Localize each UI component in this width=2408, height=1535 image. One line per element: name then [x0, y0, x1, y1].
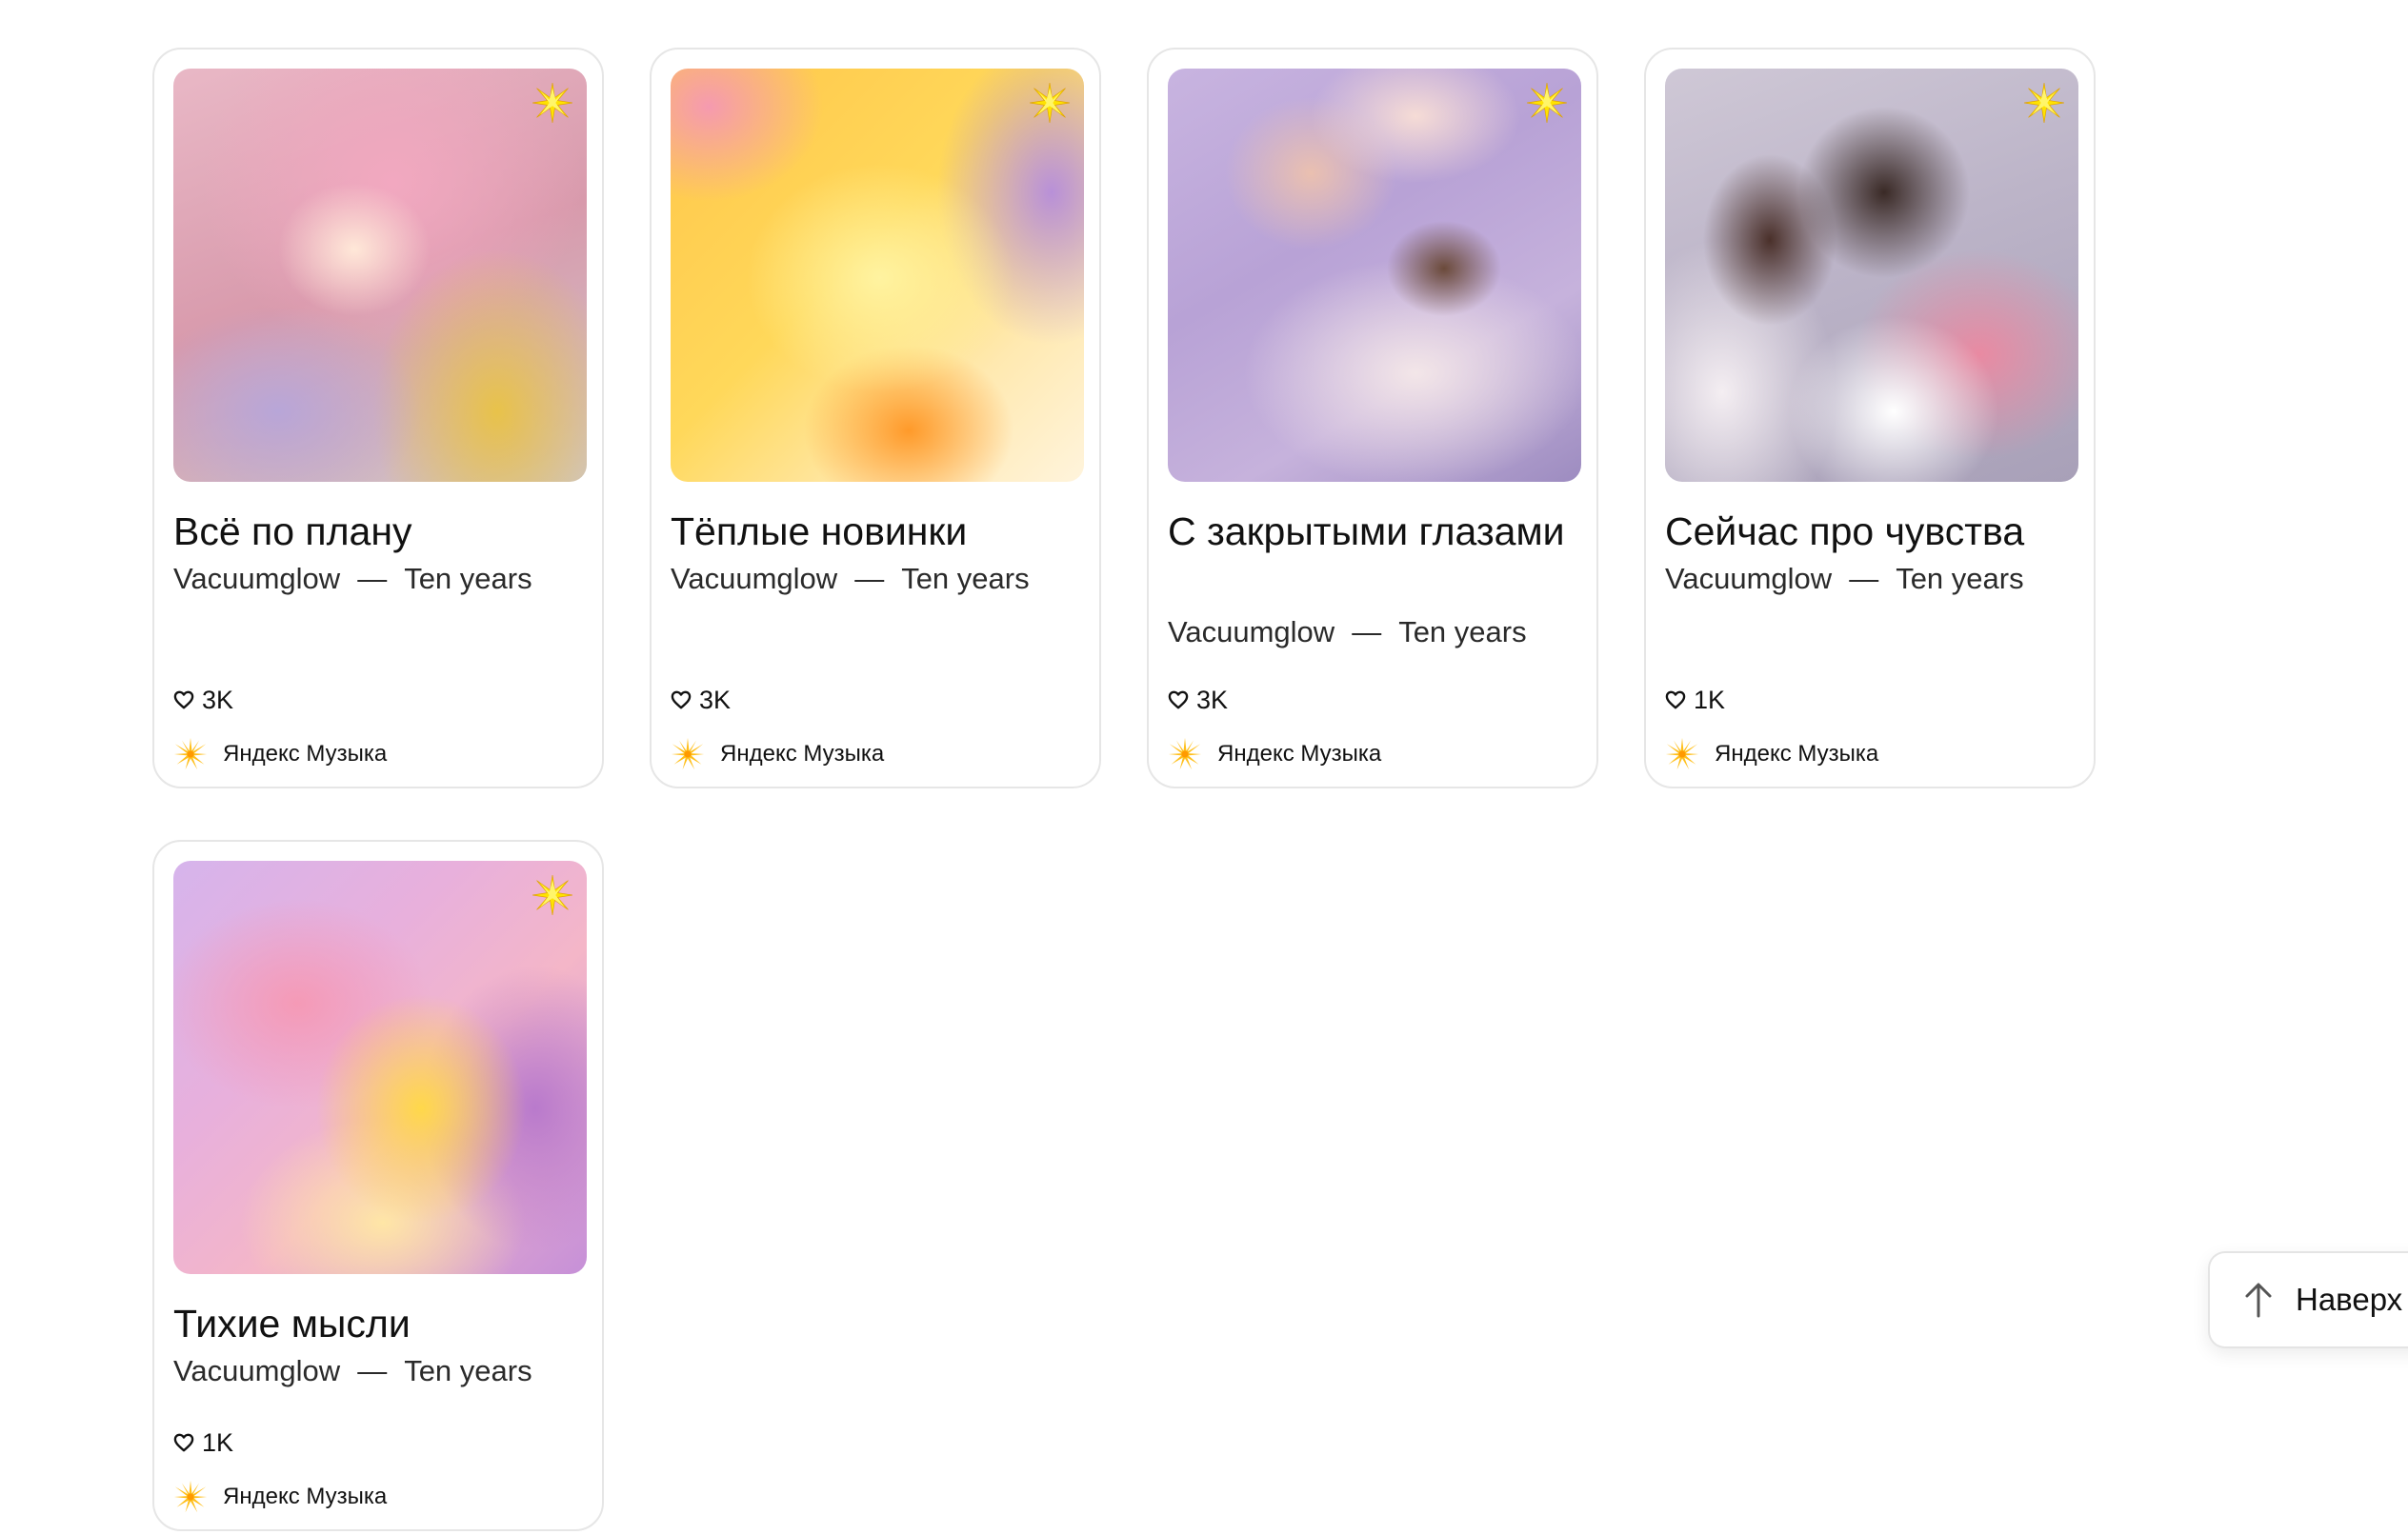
sparkle-badge-icon	[1029, 82, 1071, 124]
source-label: Яндекс Музыка	[1168, 737, 1381, 771]
artist-name[interactable]: Vacuumglow	[671, 562, 837, 595]
playlist-card[interactable]: Тёплые новинки Vacuumglow — Ten years 3K Я…	[650, 48, 1101, 788]
album-name[interactable]: Ten years	[901, 562, 1029, 595]
album-name[interactable]: Ten years	[1896, 562, 2023, 595]
artist-name[interactable]: Vacuumglow	[173, 1354, 340, 1387]
scroll-to-top-label: Наверх	[2296, 1282, 2403, 1317]
album-name[interactable]: Ten years	[404, 562, 532, 595]
heart-outline-icon	[173, 690, 194, 709]
source-label: Яндекс Музыка	[173, 1480, 387, 1514]
separator: —	[854, 562, 885, 595]
separator: —	[1849, 562, 1879, 595]
album-name[interactable]: Ten years	[1398, 615, 1526, 648]
playlist-subtitle: Vacuumglow — Ten years	[173, 1352, 592, 1390]
playlist-subtitle: Vacuumglow — Ten years	[1168, 613, 1587, 651]
playlist-card[interactable]: Тихие мысли Vacuumglow — Ten years 1K Янде…	[152, 840, 604, 1531]
source-name: Яндекс Музыка	[223, 741, 388, 767]
likes-value: 3K	[699, 686, 732, 714]
heart-outline-icon	[1665, 690, 1686, 709]
source-name: Яндекс Музыка	[1715, 741, 1879, 767]
likes-value: 3K	[1196, 686, 1229, 714]
likes-count: 1K	[1665, 686, 1725, 714]
source-label: Яндекс Музыка	[671, 737, 884, 771]
playlist-title[interactable]: С закрытыми глазами	[1168, 505, 1587, 558]
source-name: Яндекс Музыка	[1217, 741, 1382, 767]
playlist-subtitle: Vacuumglow — Ten years	[671, 560, 1090, 598]
source-label: Яндекс Музыка	[1665, 737, 1878, 771]
likes-count: 3K	[173, 686, 233, 714]
playlist-subtitle: Vacuumglow — Ten years	[1665, 560, 2084, 598]
likes-value: 3K	[202, 686, 234, 714]
sparkle-badge-icon	[532, 874, 573, 916]
source-label: Яндекс Музыка	[173, 737, 387, 771]
playlist-cover-image[interactable]	[1168, 69, 1581, 482]
separator: —	[357, 562, 388, 595]
yandex-music-star-icon	[671, 737, 705, 771]
playlist-card[interactable]: Сейчас про чувства Vacuumglow — Ten years …	[1644, 48, 2096, 788]
playlist-cover-image[interactable]	[671, 69, 1084, 482]
playlist-title[interactable]: Сейчас про чувства	[1665, 505, 2084, 558]
playlist-card[interactable]: Всё по плану Vacuumglow — Ten years 3K Янд…	[152, 48, 604, 788]
likes-value: 1K	[1694, 686, 1726, 714]
yandex-music-star-icon	[173, 1480, 208, 1514]
likes-value: 1K	[202, 1428, 234, 1457]
yandex-music-star-icon	[173, 737, 208, 771]
likes-count: 3K	[671, 686, 731, 714]
heart-outline-icon	[671, 690, 692, 709]
sparkle-badge-icon	[2023, 82, 2065, 124]
arrow-up-icon	[2245, 1283, 2272, 1318]
sparkle-badge-icon	[532, 82, 573, 124]
source-name: Яндекс Музыка	[720, 741, 885, 767]
playlist-card[interactable]: С закрытыми глазами Vacuumglow — Ten years…	[1147, 48, 1598, 788]
separator: —	[1352, 615, 1382, 648]
sparkle-badge-icon	[1526, 82, 1568, 124]
playlist-cover-image[interactable]	[173, 861, 587, 1274]
playlist-cover-image[interactable]	[1665, 69, 2078, 482]
likes-count: 3K	[1168, 686, 1228, 714]
playlist-cover-image[interactable]	[173, 69, 587, 482]
yandex-music-star-icon	[1168, 737, 1202, 771]
playlist-subtitle: Vacuumglow — Ten years	[173, 560, 592, 598]
likes-count: 1K	[173, 1428, 233, 1457]
artist-name[interactable]: Vacuumglow	[1168, 615, 1334, 648]
heart-outline-icon	[173, 1433, 194, 1452]
playlist-title[interactable]: Тёплые новинки	[671, 505, 1090, 558]
separator: —	[357, 1354, 388, 1387]
playlist-title[interactable]: Тихие мысли	[173, 1297, 592, 1350]
heart-outline-icon	[1168, 690, 1189, 709]
artist-name[interactable]: Vacuumglow	[1665, 562, 1832, 595]
artist-name[interactable]: Vacuumglow	[173, 562, 340, 595]
source-name: Яндекс Музыка	[223, 1484, 388, 1509]
scroll-to-top-button[interactable]: Наверх	[2208, 1251, 2408, 1348]
playlist-title[interactable]: Всё по плану	[173, 505, 592, 558]
yandex-music-star-icon	[1665, 737, 1699, 771]
album-name[interactable]: Ten years	[404, 1354, 532, 1387]
